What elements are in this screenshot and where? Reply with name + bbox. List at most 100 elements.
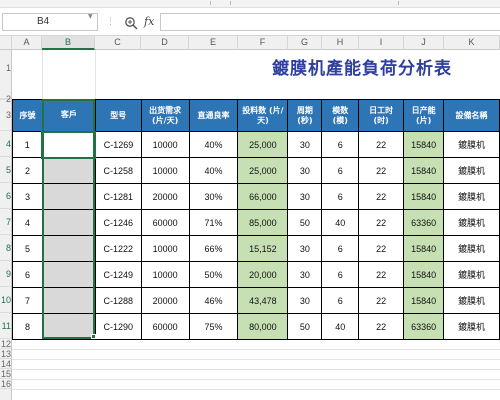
cell-demand[interactable]: 60000 (140, 209, 190, 236)
row-header-11[interactable]: 11 (0, 313, 11, 339)
cell-input[interactable]: 25,000 (237, 157, 289, 184)
column-header-i[interactable]: I (359, 36, 404, 50)
cell-seq[interactable]: 1 (12, 131, 43, 158)
row-header-1[interactable]: 1 (0, 50, 11, 99)
row-header-6[interactable]: 6 (0, 183, 11, 209)
cell-customer[interactable] (41, 235, 96, 262)
cell-customer[interactable] (41, 183, 96, 210)
cell-hours[interactable]: 22 (358, 131, 405, 158)
cell-equipment[interactable]: 鍍膜机 (443, 235, 500, 262)
cell-input[interactable]: 20,000 (237, 261, 289, 288)
cell-model[interactable]: C-1288 (94, 287, 142, 314)
row-header-5[interactable]: 5 (0, 157, 11, 183)
row-header-16[interactable]: 16 (0, 379, 11, 389)
header-cell-cavity[interactable]: 模数 (模) (321, 99, 360, 132)
cell-demand[interactable]: 10000 (140, 261, 190, 288)
cell-seq[interactable]: 6 (12, 261, 43, 288)
worksheet[interactable]: 鍍膜机產能負荷分析表 序號 客戶 型号 出货需求 (片/天) 直通良率 投料数 … (12, 50, 500, 400)
cell-seq[interactable]: 3 (12, 183, 43, 210)
cell-capacity[interactable]: 15840 (403, 183, 445, 210)
cell-equipment[interactable]: 鍍膜机 (443, 209, 500, 236)
cell-equipment[interactable]: 鍍膜机 (443, 287, 500, 314)
cell-seq[interactable]: 8 (12, 313, 43, 340)
cell-model[interactable]: C-1269 (94, 131, 142, 158)
cell-input[interactable]: 43,478 (237, 287, 289, 314)
row-header-4[interactable]: 4 (0, 131, 11, 157)
row-header-3[interactable]: 3 (0, 99, 11, 131)
cell-cavity[interactable]: 6 (321, 235, 360, 262)
cell-hours[interactable]: 22 (358, 261, 405, 288)
cell-yield[interactable]: 30% (188, 183, 239, 210)
cell-cavity[interactable]: 40 (321, 313, 360, 340)
column-header-b[interactable]: B (42, 36, 95, 50)
row-header-14[interactable]: 14 (0, 359, 11, 369)
cell-cycle[interactable]: 50 (287, 209, 323, 236)
cell-cycle[interactable]: 30 (287, 157, 323, 184)
cell-capacity[interactable]: 15840 (403, 131, 445, 158)
cell-cycle[interactable]: 30 (287, 131, 323, 158)
cell-cycle[interactable]: 30 (287, 287, 323, 314)
column-header-d[interactable]: D (141, 36, 189, 50)
cell-cavity[interactable]: 6 (321, 183, 360, 210)
cell-equipment[interactable]: 鍍膜机 (443, 183, 500, 210)
cell-hours[interactable]: 22 (358, 209, 405, 236)
cell-demand[interactable]: 10000 (140, 157, 190, 184)
cell-model[interactable]: C-1258 (94, 157, 142, 184)
cell-equipment[interactable]: 鍍膜机 (443, 157, 500, 184)
cell-hours[interactable]: 22 (358, 313, 405, 340)
cell-capacity[interactable]: 15840 (403, 261, 445, 288)
cell-capacity[interactable]: 15840 (403, 235, 445, 262)
cell-input[interactable]: 80,000 (237, 313, 289, 340)
cell-demand[interactable]: 20000 (140, 287, 190, 314)
row-header-10[interactable]: 10 (0, 287, 11, 313)
cell-equipment[interactable]: 鍍膜机 (443, 131, 500, 158)
header-cell-capacity[interactable]: 日产能 (片) (403, 99, 445, 132)
row-header-12[interactable]: 12 (0, 339, 11, 349)
cell-cycle[interactable]: 30 (287, 261, 323, 288)
cell-input[interactable]: 85,000 (237, 209, 289, 236)
cell-model[interactable]: C-1246 (94, 209, 142, 236)
cell-yield[interactable]: 50% (188, 261, 239, 288)
header-cell-yield[interactable]: 直通良率 (188, 99, 239, 132)
cell-equipment[interactable]: 鍍膜机 (443, 313, 500, 340)
cell-cycle[interactable]: 50 (287, 313, 323, 340)
cell-customer[interactable] (41, 157, 96, 184)
select-all-corner[interactable] (0, 36, 12, 50)
fill-handle[interactable] (91, 334, 96, 339)
cell-model[interactable]: C-1290 (94, 313, 142, 340)
row-header-7[interactable]: 7 (0, 209, 11, 235)
column-header-a[interactable]: A (12, 36, 42, 50)
header-cell-hours[interactable]: 日工时 (时) (358, 99, 405, 132)
name-box[interactable]: B4 (2, 13, 98, 31)
column-header-e[interactable]: E (189, 36, 238, 50)
header-cell-seq[interactable]: 序號 (12, 99, 43, 132)
cell-customer[interactable] (41, 287, 96, 314)
cell-yield[interactable]: 40% (188, 157, 239, 184)
cell-demand[interactable]: 10000 (140, 131, 190, 158)
cell-capacity[interactable]: 63360 (403, 209, 445, 236)
cell-input[interactable]: 25,000 (237, 131, 289, 158)
formula-input[interactable] (160, 13, 500, 31)
cell-yield[interactable]: 46% (188, 287, 239, 314)
cell-seq[interactable]: 4 (12, 209, 43, 236)
cell-demand[interactable]: 60000 (140, 313, 190, 340)
cell-cavity[interactable]: 6 (321, 287, 360, 314)
cell-demand[interactable]: 20000 (140, 183, 190, 210)
cell-cycle[interactable]: 30 (287, 235, 323, 262)
header-cell-input[interactable]: 投料数 (片/天) (237, 99, 289, 132)
cell-cycle[interactable]: 30 (287, 183, 323, 210)
cell-hours[interactable]: 22 (358, 183, 405, 210)
cell-capacity[interactable]: 15840 (403, 287, 445, 314)
cell-hours[interactable]: 22 (358, 235, 405, 262)
cell-customer[interactable] (41, 261, 96, 288)
cell-seq[interactable]: 5 (12, 235, 43, 262)
cell-model[interactable]: C-1249 (94, 261, 142, 288)
fx-icon[interactable]: fx (144, 15, 154, 28)
header-cell-equipment[interactable]: 設備名稱 (443, 99, 500, 132)
column-header-h[interactable]: H (322, 36, 359, 50)
cell-model[interactable]: C-1281 (94, 183, 142, 210)
cell-capacity[interactable]: 15840 (403, 157, 445, 184)
column-header-g[interactable]: G (288, 36, 322, 50)
cell-cavity[interactable]: 6 (321, 131, 360, 158)
header-cell-cycle[interactable]: 周期 (秒) (287, 99, 323, 132)
